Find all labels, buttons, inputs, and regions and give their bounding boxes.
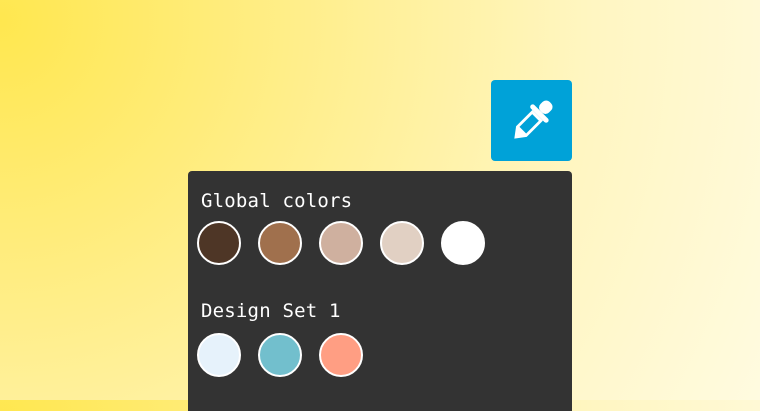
color-swatch[interactable] [197,333,241,377]
global-colors-label: Global colors [201,190,353,212]
color-swatch[interactable] [319,221,363,265]
color-swatch[interactable] [319,333,363,377]
eyedropper-icon [513,99,553,139]
eyedropper-button[interactable] [491,80,572,161]
color-swatch[interactable] [380,221,424,265]
color-swatch[interactable] [258,221,302,265]
color-swatch[interactable] [197,221,241,265]
global-colors-swatches [197,221,485,265]
design-set-1-swatches [197,333,363,377]
color-swatch[interactable] [441,221,485,265]
color-swatch[interactable] [258,333,302,377]
design-set-1-label: Design Set 1 [201,300,341,322]
color-picker-panel: Global colors Design Set 1 [188,171,572,411]
